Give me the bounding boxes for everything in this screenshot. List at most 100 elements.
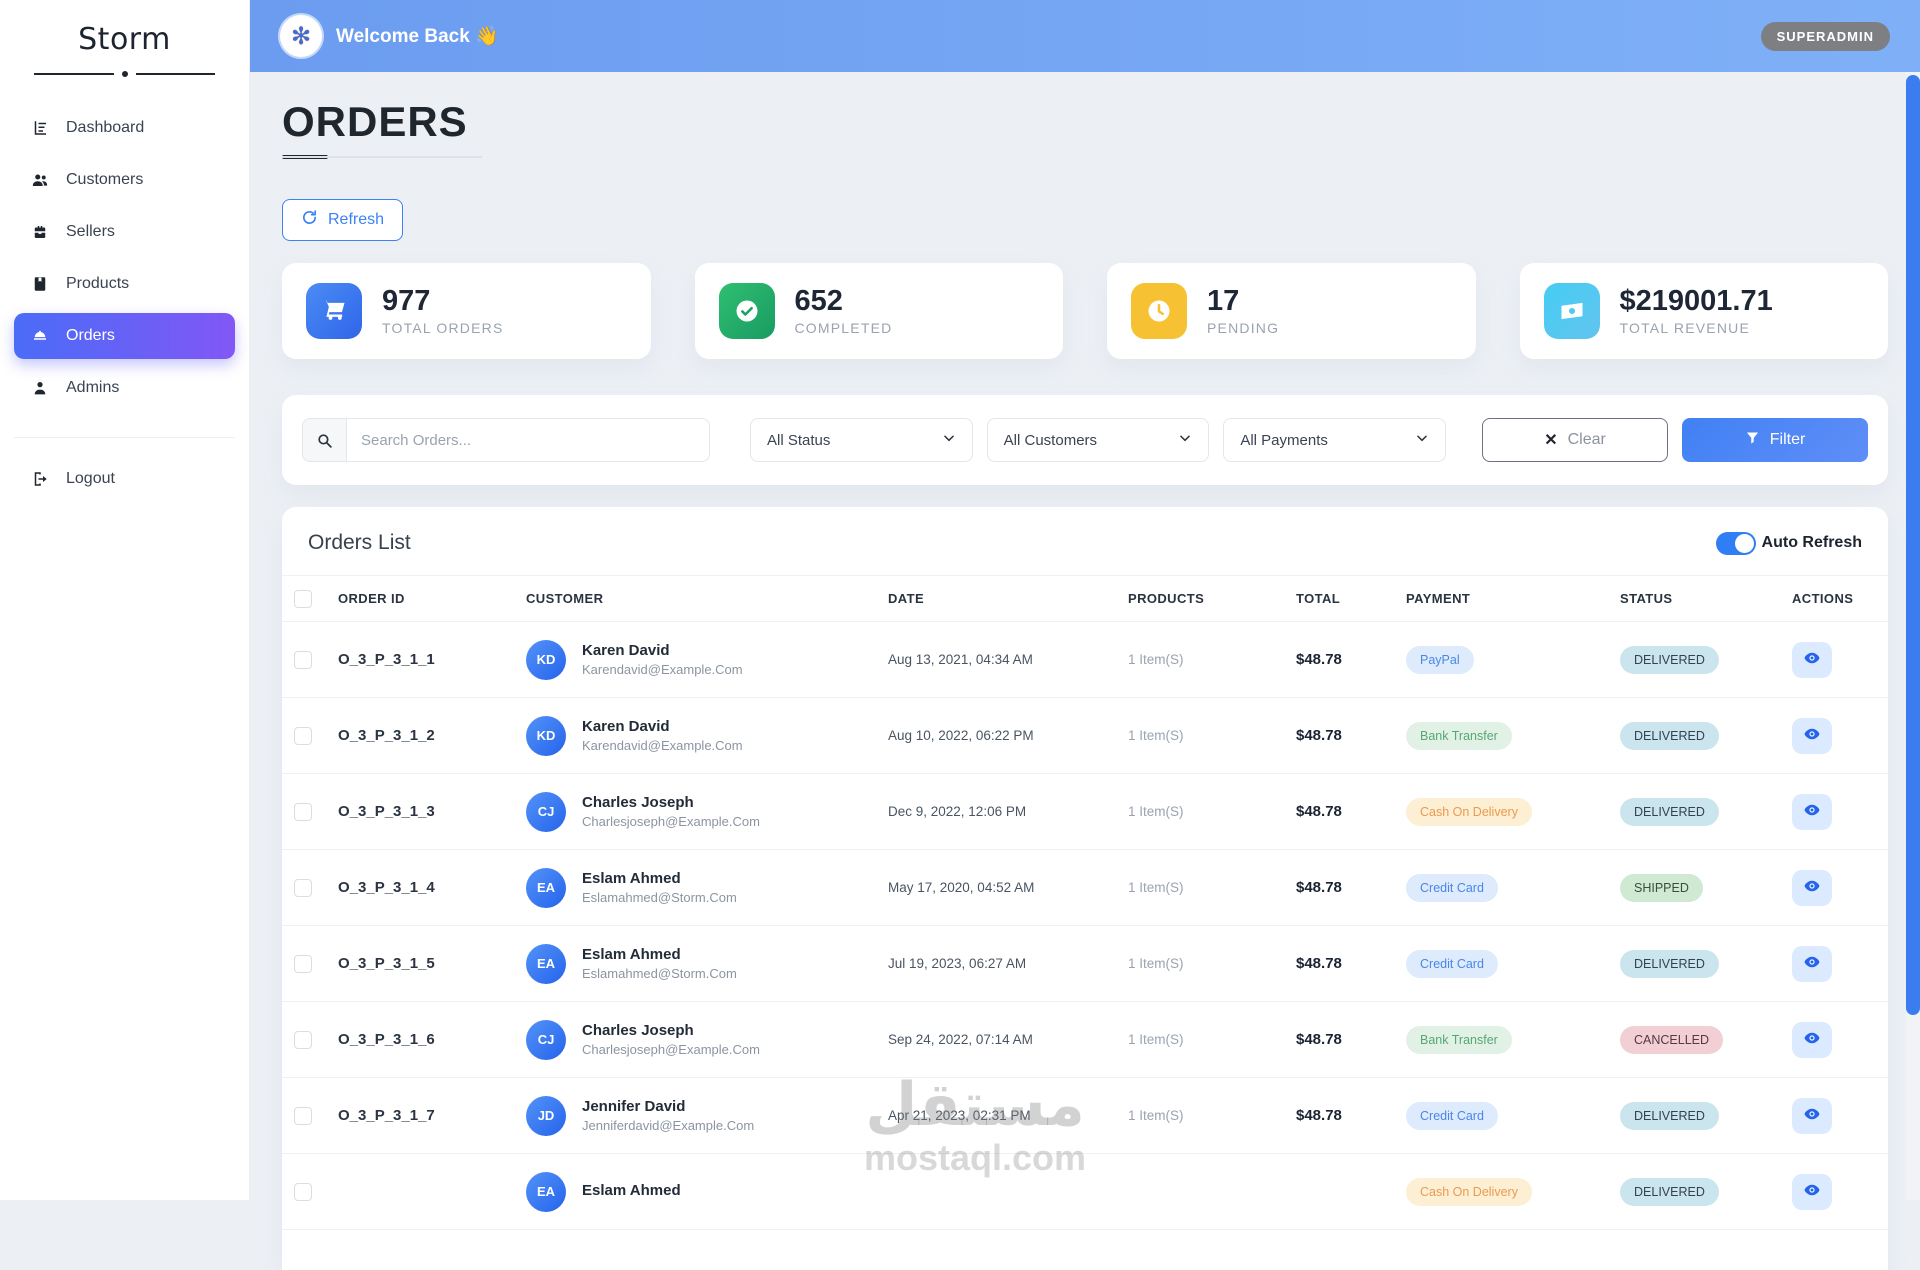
order-total: $48.78 — [1296, 803, 1406, 820]
order-total: $48.78 — [1296, 1107, 1406, 1124]
refresh-icon — [301, 209, 318, 231]
orders-icon — [30, 326, 50, 346]
stat-value: $219001.71 — [1620, 286, 1773, 318]
status-select[interactable]: All Status — [750, 418, 973, 462]
search-icon — [302, 418, 346, 462]
customer-email: Eslamahmed@Storm.Com — [582, 966, 737, 981]
eye-icon — [1803, 1029, 1821, 1050]
view-order-button[interactable] — [1792, 1098, 1832, 1134]
view-order-button[interactable] — [1792, 1174, 1832, 1210]
auto-refresh-toggle[interactable] — [1716, 532, 1756, 555]
col-customer: CUSTOMER — [526, 591, 888, 606]
page-title: ORDERS — [282, 98, 482, 158]
customer-name: Jennifer David — [582, 1098, 754, 1115]
customers-select[interactable]: All Customers — [987, 418, 1210, 462]
table-row: EA Eslam Ahmed Cash On Delivery DELIVERE… — [282, 1154, 1888, 1230]
clear-button[interactable]: ✕ Clear — [1482, 418, 1668, 462]
table-row: O_3_P_3_1_3 CJ Charles Joseph Charlesjos… — [282, 774, 1888, 850]
sidebar-item-label: Dashboard — [66, 119, 144, 137]
sidebar-item-products[interactable]: Products — [14, 261, 235, 307]
order-date: May 17, 2020, 04:52 AM — [888, 880, 1128, 895]
select-all-checkbox[interactable] — [294, 590, 312, 608]
view-order-button[interactable] — [1792, 642, 1832, 678]
sidebar-item-dashboard[interactable]: Dashboard — [14, 105, 235, 151]
sellers-icon — [30, 222, 50, 242]
row-checkbox[interactable] — [294, 1107, 312, 1125]
customer-email: Karendavid@Example.Com — [582, 662, 743, 677]
col-products: PRODUCTS — [1128, 591, 1296, 606]
payments-select[interactable]: All Payments — [1223, 418, 1446, 462]
view-order-button[interactable] — [1792, 794, 1832, 830]
row-checkbox[interactable] — [294, 803, 312, 821]
order-date: Dec 9, 2022, 12:06 PM — [888, 804, 1128, 819]
payment-badge: Cash On Delivery — [1406, 1178, 1532, 1206]
role-badge: SUPERADMIN — [1761, 22, 1890, 51]
table-header-row: ORDER ID CUSTOMER DATE PRODUCTS TOTAL PA… — [282, 576, 1888, 622]
payment-badge: Credit Card — [1406, 1102, 1498, 1130]
sidebar-item-admins[interactable]: Admins — [14, 365, 235, 411]
order-total: $48.78 — [1296, 651, 1406, 668]
logout-icon — [30, 469, 50, 489]
row-checkbox[interactable] — [294, 1183, 312, 1201]
cart-icon — [306, 283, 362, 339]
sidebar-item-orders[interactable]: Orders — [14, 313, 235, 359]
app-title: Storm — [0, 0, 249, 57]
funnel-icon — [1745, 430, 1760, 450]
avatar: KD — [526, 716, 566, 756]
sidebar-item-label: Sellers — [66, 223, 115, 241]
row-checkbox[interactable] — [294, 879, 312, 897]
stat-card-completed: 652 COMPLETED — [695, 263, 1064, 359]
view-order-button[interactable] — [1792, 718, 1832, 754]
row-checkbox[interactable] — [294, 651, 312, 669]
eye-icon — [1803, 877, 1821, 898]
customers-select-value: All Customers — [1004, 432, 1097, 449]
order-id: O_3_P_3_1_4 — [338, 879, 526, 896]
view-order-button[interactable] — [1792, 946, 1832, 982]
order-date: Aug 13, 2021, 04:34 AM — [888, 652, 1128, 667]
filter-label: Filter — [1770, 431, 1806, 449]
stat-value: 977 — [382, 286, 504, 318]
refresh-button[interactable]: Refresh — [282, 199, 403, 241]
status-badge: SHIPPED — [1620, 874, 1703, 902]
search-input[interactable] — [346, 418, 710, 462]
table-body: O_3_P_3_1_1 KD Karen David Karendavid@Ex… — [282, 622, 1888, 1230]
sidebar-item-sellers[interactable]: Sellers — [14, 209, 235, 255]
order-products: 1 Item(S) — [1128, 652, 1296, 667]
payment-badge: Credit Card — [1406, 950, 1498, 978]
customer-name: Eslam Ahmed — [582, 1182, 681, 1199]
filter-bar: All Status All Customers All Payments ✕ … — [282, 395, 1888, 485]
customer-name: Charles Joseph — [582, 794, 760, 811]
table-row: O_3_P_3_1_5 EA Eslam Ahmed Eslamahmed@St… — [282, 926, 1888, 1002]
view-order-button[interactable] — [1792, 1022, 1832, 1058]
row-checkbox[interactable] — [294, 727, 312, 745]
order-id: O_3_P_3_1_3 — [338, 803, 526, 820]
eye-icon — [1803, 953, 1821, 974]
top-header: ✻ Welcome Back 👋 SUPERADMIN — [250, 0, 1920, 72]
eye-icon — [1803, 725, 1821, 746]
stat-label: COMPLETED — [795, 320, 893, 336]
row-checkbox[interactable] — [294, 955, 312, 973]
scrollbar-track[interactable] — [1906, 72, 1920, 1200]
stat-label: TOTAL REVENUE — [1620, 320, 1773, 336]
order-id: O_3_P_3_1_2 — [338, 727, 526, 744]
stats-row: 977 TOTAL ORDERS 652 COMPLETED 17 PENDIN… — [282, 263, 1888, 359]
auto-refresh-label: Auto Refresh — [1762, 534, 1862, 552]
scrollbar-thumb[interactable] — [1906, 75, 1920, 1015]
row-checkbox[interactable] — [294, 1031, 312, 1049]
customer-email: Eslamahmed@Storm.Com — [582, 890, 737, 905]
col-total: TOTAL — [1296, 591, 1406, 606]
status-select-value: All Status — [767, 432, 830, 449]
status-badge: DELIVERED — [1620, 1178, 1719, 1206]
admins-icon — [30, 378, 50, 398]
view-order-button[interactable] — [1792, 870, 1832, 906]
stat-label: TOTAL ORDERS — [382, 320, 504, 336]
sidebar-item-logout[interactable]: Logout — [14, 456, 235, 502]
col-date: DATE — [888, 591, 1128, 606]
col-status: STATUS — [1620, 591, 1792, 606]
customer-email: Charlesjoseph@Example.Com — [582, 814, 760, 829]
order-date: Apr 21, 2023, 02:31 PM — [888, 1108, 1128, 1123]
app-logo: ✻ — [280, 15, 322, 57]
sidebar-item-customers[interactable]: Customers — [14, 157, 235, 203]
customer-email: Jenniferdavid@Example.Com — [582, 1118, 754, 1133]
filter-button[interactable]: Filter — [1682, 418, 1868, 462]
